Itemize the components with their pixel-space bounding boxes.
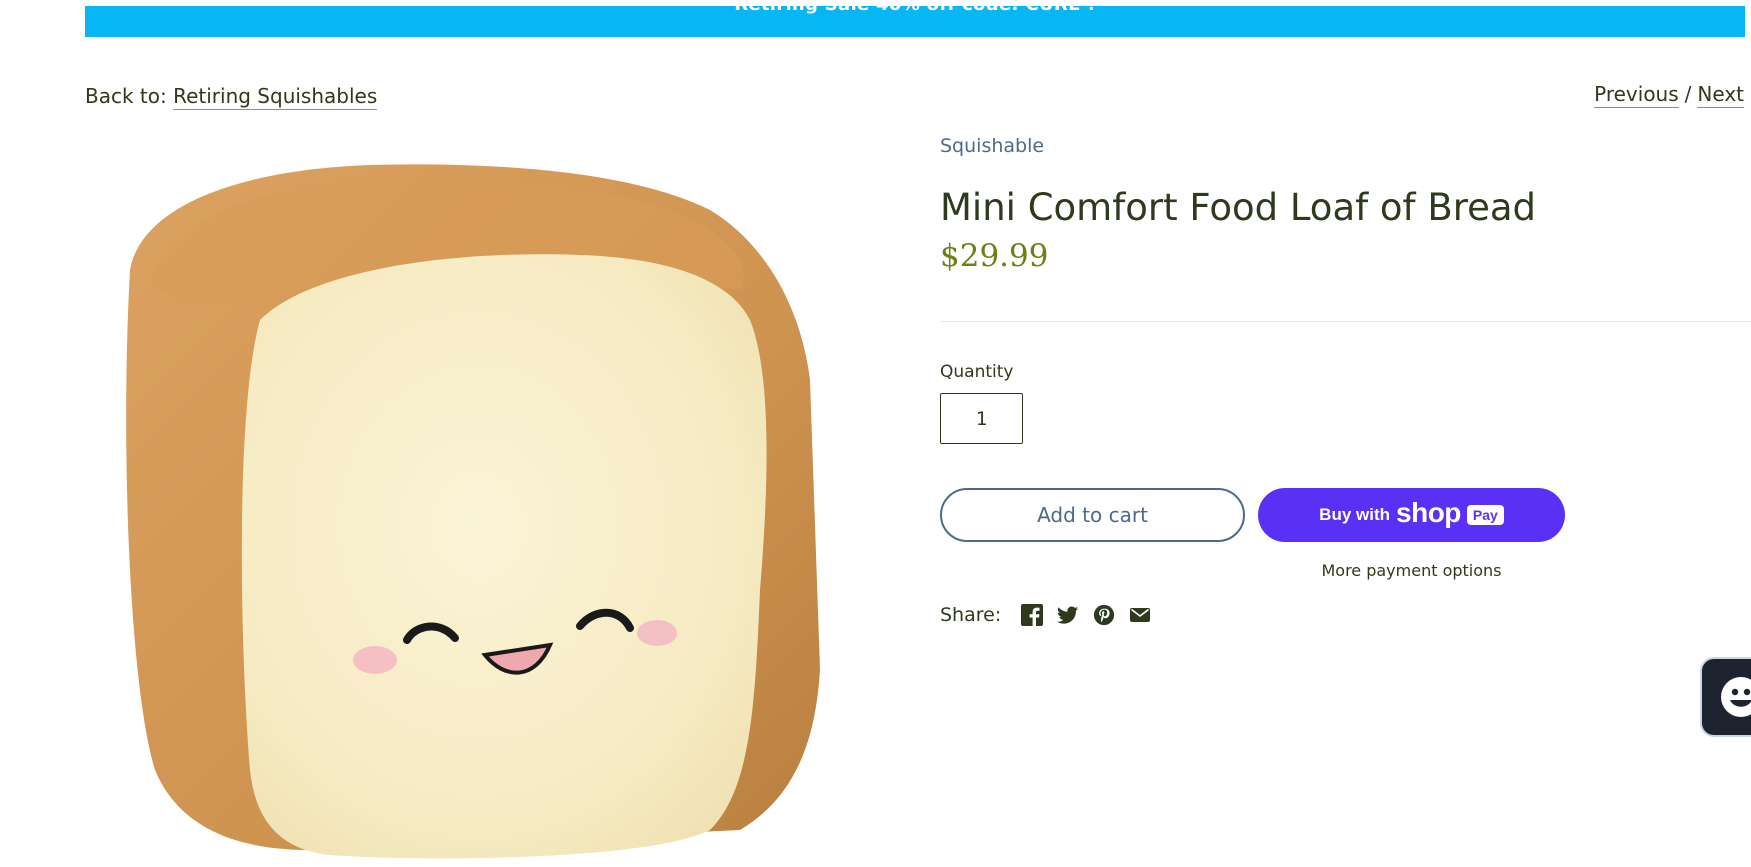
- buy-with-shop-pay-button[interactable]: Buy with shop Pay: [1258, 488, 1565, 542]
- more-payment-options-link[interactable]: More payment options: [1258, 561, 1565, 580]
- add-to-cart-button[interactable]: Add to cart: [940, 488, 1245, 542]
- share-label: Share:: [940, 604, 1002, 626]
- announcement-banner[interactable]: Retiring Sale 40% off code: CURE !: [85, 6, 1745, 37]
- smiley-chat-icon: [1721, 677, 1751, 717]
- breadcrumb: Back to: Retiring Squishables: [85, 84, 378, 110]
- pay-badge: Pay: [1466, 505, 1504, 525]
- pagination-separator: /: [1684, 82, 1692, 106]
- share-bar: Share:: [940, 604, 1151, 626]
- buy-with-label: Buy with: [1319, 505, 1391, 524]
- product-price: $29.99: [940, 238, 1049, 274]
- email-icon[interactable]: [1129, 604, 1151, 626]
- quantity-input[interactable]: [940, 393, 1023, 444]
- twitter-icon[interactable]: [1057, 604, 1079, 626]
- bread-loaf-plush-icon: [126, 164, 820, 859]
- facebook-icon[interactable]: [1021, 604, 1044, 626]
- product-pagination: Previous / Next: [1594, 82, 1744, 108]
- section-divider: [940, 321, 1751, 322]
- next-link[interactable]: Next: [1697, 82, 1744, 108]
- shop-logo-text: shop: [1396, 497, 1461, 528]
- breadcrumb-prefix: Back to:: [85, 84, 167, 108]
- previous-link[interactable]: Previous: [1594, 82, 1679, 108]
- breadcrumb-link-retiring-squishables[interactable]: Retiring Squishables: [173, 84, 378, 110]
- quantity-label: Quantity: [940, 362, 1014, 382]
- bread-loaf-plush-image[interactable]: [110, 150, 860, 863]
- banner-text[interactable]: Retiring Sale 40% off code: CURE !: [85, 6, 1745, 15]
- chat-widget-button[interactable]: [1700, 657, 1751, 737]
- product-vendor[interactable]: Squishable: [940, 135, 1044, 157]
- pinterest-icon[interactable]: [1093, 604, 1115, 626]
- product-title: Mini Comfort Food Loaf of Bread: [940, 186, 1537, 229]
